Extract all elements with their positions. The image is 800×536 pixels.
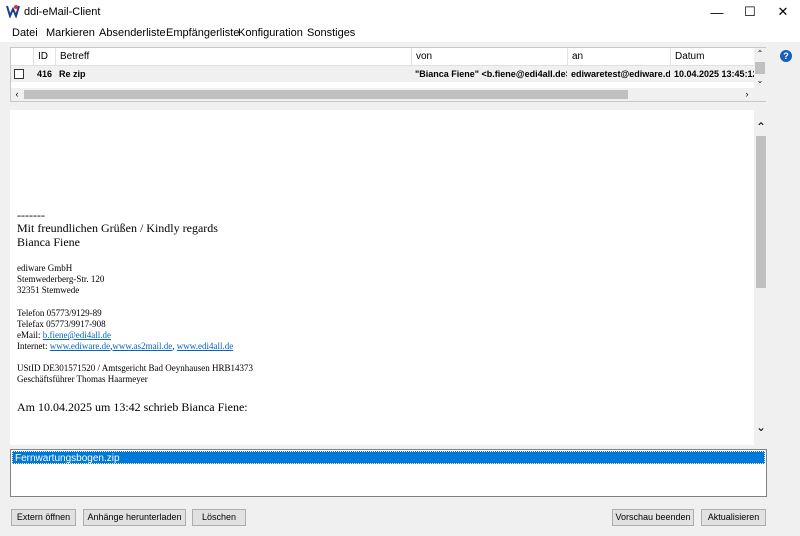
email-grid[interactable]: ID Betreff von an Datum 416 Re zip "Bian… <box>10 47 766 102</box>
internet-line: Internet: www.ediware.de,www.as2mail.de,… <box>17 341 233 351</box>
ustid-text: UStID DE301571520 / Amtsgericht Bad Oeyn… <box>17 363 253 373</box>
cell-from: "Bianca Fiene" <b.fiene@edi4all.de> <box>415 69 567 79</box>
scrollbar-thumb[interactable] <box>24 90 628 99</box>
chevron-down-icon[interactable]: ⌄ <box>754 420 768 434</box>
chevron-up-icon[interactable]: ⌃ <box>754 120 768 134</box>
menu-bar: Datei Markieren Absenderliste Empfängerl… <box>0 24 800 42</box>
refresh-button[interactable]: Aktualisieren <box>701 509 766 526</box>
column-header-date[interactable]: Datum <box>670 48 754 66</box>
cell-date: 10.04.2025 13:45:12 <box>674 69 754 79</box>
fax-text: Telefax 05773/9917-908 <box>17 319 106 329</box>
chevron-left-icon[interactable]: ‹ <box>11 88 23 101</box>
ceo-text: Geschäftsführer Thomas Haarmeyer <box>17 374 148 384</box>
menu-empfaengerliste[interactable]: Empfängerliste <box>166 27 239 39</box>
column-header-id[interactable]: ID <box>33 48 55 66</box>
attachment-list[interactable]: Fernwartungsbogen.zip <box>10 449 767 497</box>
company-street: Stemwederberg-Str. 120 <box>17 274 105 284</box>
greeting-text: Mit freundlichen Grüßen / Kindly regards <box>17 221 218 235</box>
menu-datei[interactable]: Datei <box>12 27 38 39</box>
maximize-button[interactable]: ☐ <box>733 0 767 24</box>
email-link[interactable]: b.fiene@edi4all.de <box>43 330 111 340</box>
link-as2mail[interactable]: www.as2mail.de <box>112 341 172 351</box>
end-preview-button[interactable]: Vorschau beenden <box>612 509 694 526</box>
menu-sonstiges[interactable]: Sonstiges <box>307 27 355 39</box>
email-line: eMail: b.fiene@edi4all.de <box>17 330 111 340</box>
row-checkbox[interactable] <box>14 69 24 79</box>
email-label: eMail: <box>17 330 41 340</box>
cell-id: 416 <box>37 69 53 79</box>
link-edi4all[interactable]: www.edi4all.de <box>177 341 233 351</box>
column-header-to[interactable]: an <box>567 48 670 66</box>
scrollbar-thumb[interactable] <box>756 136 766 288</box>
menu-konfiguration[interactable]: Konfiguration <box>238 27 303 39</box>
body-vertical-scrollbar[interactable]: ⌃ ⌄ <box>754 110 768 445</box>
company-city: 32351 Stemwede <box>17 285 80 295</box>
app-logo-icon <box>6 5 20 18</box>
attachment-item[interactable]: Fernwartungsbogen.zip <box>12 451 765 464</box>
phone-text: Telefon 05773/9129-89 <box>17 308 102 318</box>
quote-header: Am 10.04.2025 um 13:42 schrieb Bianca Fi… <box>17 400 248 414</box>
close-button[interactable]: ✕ <box>766 0 800 24</box>
open-external-button[interactable]: Extern öffnen <box>11 509 76 526</box>
company-name: ediware GmbH <box>17 263 73 273</box>
chevron-right-icon[interactable]: › <box>741 88 753 101</box>
table-row[interactable]: 416 Re zip "Bianca Fiene" <b.fiene@edi4a… <box>11 66 754 82</box>
cell-subject: Re zip <box>59 69 86 79</box>
minimize-button[interactable]: — <box>700 0 734 24</box>
grid-header: ID Betreff von an Datum <box>11 48 754 66</box>
column-header-subject[interactable]: Betreff <box>55 48 411 66</box>
internet-label: Internet: <box>17 341 48 351</box>
delete-button[interactable]: Löschen <box>192 509 246 526</box>
grid-vertical-scrollbar[interactable]: ⌃ ⌄ <box>754 48 766 88</box>
title-bar: ddi-eMail-Client — ☐ ✕ <box>0 0 800 24</box>
grid-horizontal-scrollbar[interactable]: ‹ › <box>11 88 766 101</box>
download-attachments-button[interactable]: Anhänge herunterladen <box>83 509 186 526</box>
menu-absenderliste[interactable]: Absenderliste <box>99 27 166 39</box>
help-icon[interactable]: ? <box>780 50 792 62</box>
scrollbar-thumb[interactable] <box>755 62 765 74</box>
chevron-up-icon[interactable]: ⌃ <box>754 48 766 60</box>
email-body: ------- Mit freundlichen Grüßen / Kindly… <box>10 110 754 445</box>
chevron-down-icon[interactable]: ⌄ <box>754 75 766 87</box>
cell-to: ediwaretest@ediware.de <box>571 69 670 79</box>
menu-markieren[interactable]: Markieren <box>46 27 95 39</box>
link-ediware[interactable]: www.ediware.de <box>50 341 110 351</box>
column-header-from[interactable]: von <box>411 48 567 66</box>
window-title: ddi-eMail-Client <box>24 6 101 18</box>
sender-name: Bianca Fiene <box>17 235 80 249</box>
